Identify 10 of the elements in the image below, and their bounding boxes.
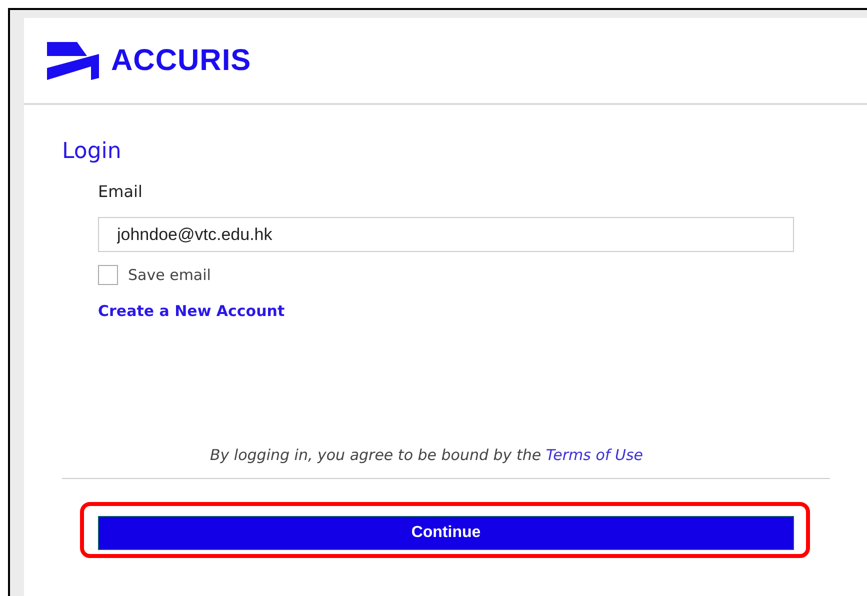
brand-name: ACCURIS bbox=[111, 44, 252, 78]
create-account-link[interactable]: Create a New Account bbox=[98, 302, 285, 320]
continue-button[interactable]: Continue bbox=[98, 516, 794, 550]
logo-icon bbox=[47, 42, 99, 80]
login-title: Login bbox=[62, 138, 122, 166]
save-email-checkbox[interactable] bbox=[98, 265, 118, 285]
terms-link[interactable]: Terms of Use bbox=[546, 446, 643, 464]
email-label: Email bbox=[98, 181, 142, 203]
save-email-label: Save email bbox=[128, 266, 211, 284]
terms-sentence: By logging in, you agree to be bound by the Terms of Use bbox=[210, 446, 644, 464]
